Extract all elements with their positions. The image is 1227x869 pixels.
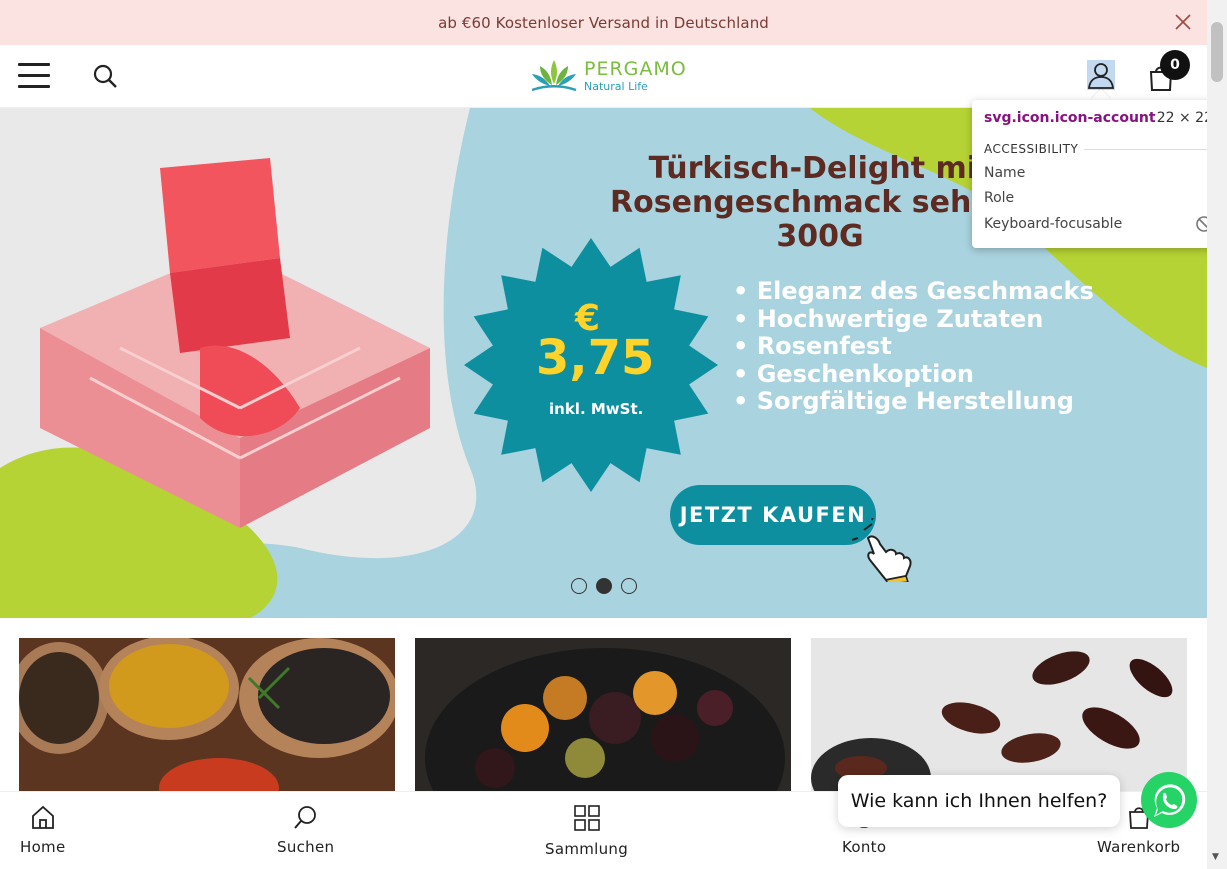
logo-name: PERGAMO [584, 58, 687, 80]
pointing-hand-icon [851, 518, 912, 582]
announcement-text: ab €60 Kostenloser Versand in Deutschlan… [438, 13, 769, 32]
chat-prompt-bubble[interactable]: Wie kann ich Ihnen helfen? [838, 775, 1120, 827]
grid-icon [573, 805, 600, 831]
price-value: 3,75 [536, 330, 655, 386]
bottom-nav-home[interactable]: Home [20, 804, 66, 856]
category-card-dates[interactable] [811, 638, 1187, 798]
search-icon [293, 806, 316, 829]
close-icon[interactable] [1173, 12, 1193, 32]
spices-image [19, 638, 395, 798]
feature-list: Eleganz des Geschmacks Hochwertige Zutat… [733, 277, 1094, 416]
devtools-inspect-tooltip: svg.icon.icon-account 22 × 22 ACCESSIBIL… [972, 100, 1225, 248]
site-logo[interactable]: PERGAMO Natural Life [530, 58, 687, 94]
tooltip-section-title: ACCESSIBILITY [984, 142, 1213, 156]
bottom-nav-label: Sammlung [545, 840, 629, 858]
announcement-bar: ab €60 Kostenloser Versand in Deutschlan… [0, 0, 1207, 45]
feature-item: Rosenfest [733, 332, 1094, 361]
lotus-logo-icon [531, 60, 577, 92]
cart-count-badge: 0 [1160, 50, 1190, 80]
tooltip-selector: svg.icon.icon-account [984, 110, 1156, 126]
bottom-nav-search[interactable]: Suchen [277, 804, 334, 856]
scroll-down-arrow-icon[interactable]: ▼ [1212, 852, 1219, 862]
logo-tagline: Natural Life [584, 80, 648, 93]
bottom-nav-label: Suchen [277, 838, 335, 856]
slider-dots [571, 578, 637, 594]
bottom-nav-label: Warenkorb [1097, 838, 1181, 856]
menu-icon[interactable] [18, 63, 50, 89]
account-button[interactable] [1087, 60, 1115, 90]
tooltip-row-label: Keyboard-focusable [984, 216, 1123, 232]
chat-prompt-text: Wie kann ich Ihnen helfen? [850, 790, 1108, 812]
category-card-spices[interactable] [19, 638, 395, 798]
scrollbar-thumb[interactable] [1211, 22, 1223, 82]
price-tax-note: inkl. MwSt. [549, 400, 644, 418]
bottom-nav-label: Konto [842, 838, 887, 856]
feature-item: Hochwertige Zutaten [733, 305, 1094, 334]
category-card-dried-fruits[interactable] [415, 638, 791, 798]
slider-dot-active[interactable] [596, 578, 612, 594]
feature-item: Eleganz des Geschmacks [733, 277, 1094, 306]
dates-image [811, 638, 1187, 798]
buy-now-button[interactable]: JETZT KAUFEN [670, 485, 876, 545]
slider-dot[interactable] [571, 578, 587, 594]
tooltip-section-label: ACCESSIBILITY [984, 142, 1079, 156]
tooltip-row-label: Role [984, 190, 1015, 206]
site-header: PERGAMO Natural Life 0 [0, 45, 1207, 108]
tooltip-row-name: Name [984, 165, 1213, 181]
account-icon [1087, 63, 1115, 89]
home-icon [31, 805, 54, 829]
tooltip-dimensions: 22 × 22 [1156, 110, 1213, 126]
slider-dot[interactable] [621, 578, 637, 594]
tooltip-row-role: Role [984, 190, 1213, 206]
dried-fruits-image [415, 638, 791, 798]
tooltip-row-label: Name [984, 165, 1026, 181]
whatsapp-icon[interactable] [1140, 771, 1198, 829]
tooltip-row-focusable: Keyboard-focusable [984, 215, 1213, 233]
feature-item: Geschenkoption [733, 360, 1094, 389]
bottom-nav-label: Home [20, 838, 66, 856]
page-scrollbar[interactable] [1207, 0, 1227, 869]
page: ab €60 Kostenloser Versand in Deutschlan… [0, 0, 1227, 869]
feature-item: Sorgfältige Herstellung [733, 387, 1094, 416]
search-icon[interactable] [92, 63, 118, 89]
bottom-nav-collection[interactable]: Sammlung [545, 804, 628, 858]
